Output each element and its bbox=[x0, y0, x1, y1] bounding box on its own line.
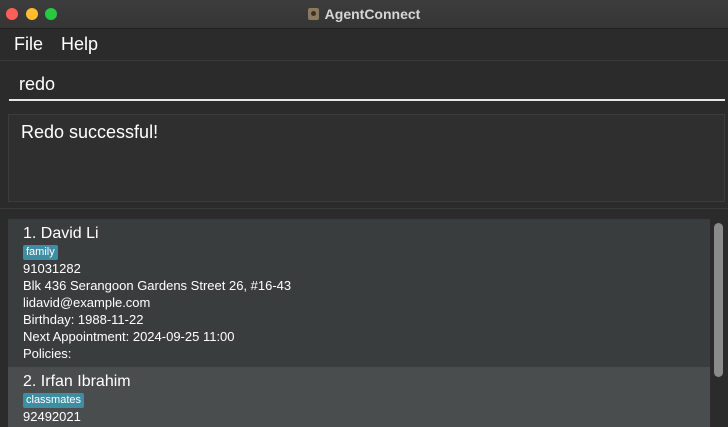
contact-email: lidavid@example.com bbox=[23, 295, 151, 310]
contact-card[interactable]: 2. Irfan Ibrahim classmates 92492021 bbox=[8, 367, 710, 427]
app-icon bbox=[307, 8, 319, 20]
contact-name: 1. David Li bbox=[23, 225, 99, 242]
contact-birthday: Birthday: 1988-11-22 bbox=[23, 312, 144, 327]
menu-bar: File Help bbox=[0, 29, 728, 61]
contact-address: Blk 436 Serangoon Gardens Street 26, #16… bbox=[23, 278, 292, 293]
contact-tag: classmates bbox=[23, 393, 85, 408]
contact-phone: 92492021 bbox=[23, 409, 81, 424]
title-bar: AgentConnect bbox=[0, 0, 728, 29]
section-divider bbox=[0, 208, 728, 209]
result-display: Redo successful! bbox=[8, 114, 725, 202]
window-title-group: AgentConnect bbox=[0, 0, 728, 28]
result-message: Redo successful! bbox=[21, 122, 159, 142]
contact-policies: Policies: bbox=[23, 346, 72, 361]
command-input[interactable] bbox=[9, 69, 725, 101]
contact-card[interactable]: 1. David Li family 91031282 Blk 436 Sera… bbox=[8, 219, 710, 367]
contact-name: 2. Irfan Ibrahim bbox=[23, 373, 131, 390]
contact-appointment: Next Appointment: 2024-09-25 11:00 bbox=[23, 329, 235, 344]
window-title: AgentConnect bbox=[324, 6, 421, 22]
menu-help[interactable]: Help bbox=[61, 34, 98, 55]
contact-tag: family bbox=[23, 245, 58, 260]
contact-phone: 91031282 bbox=[23, 261, 81, 276]
list-scrollbar[interactable] bbox=[714, 223, 723, 377]
menu-file[interactable]: File bbox=[14, 34, 43, 55]
command-box bbox=[0, 61, 728, 105]
contact-list[interactable]: 1. David Li family 91031282 Blk 436 Sera… bbox=[8, 219, 710, 427]
